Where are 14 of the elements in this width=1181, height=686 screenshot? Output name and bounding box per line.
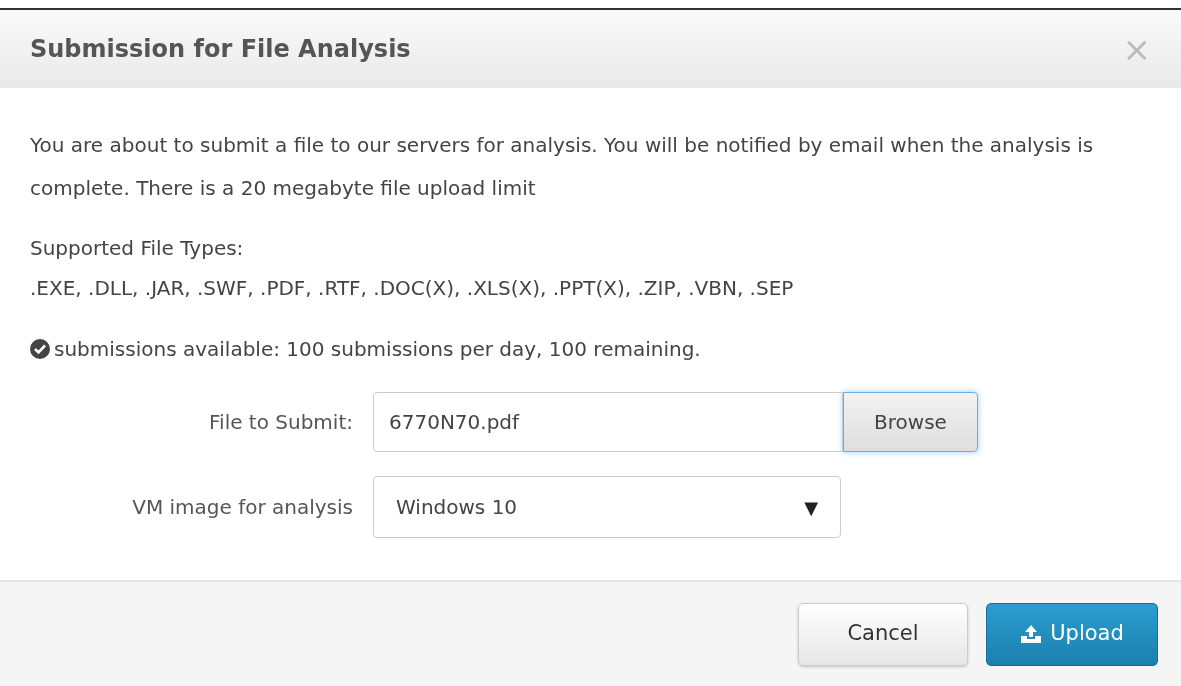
vm-select[interactable]: Windows 10 ▼ [373,476,841,538]
supported-types: .EXE, .DLL, .JAR, .SWF, .PDF, .RTF, .DOC(X), .XLS(X), .PPT(X), .ZIP, .VBN, .SEP [30,275,795,302]
upload-button[interactable]: Upload [986,602,1158,666]
quota-text: submissions available: 100 submissions per day, 100 remaining. [54,336,701,363]
supported-label: Supported File Types: [30,235,245,262]
field-label: File to Submit: [208,409,354,436]
field-label: VM image for analysis [131,494,354,521]
dialog-title: Submission for File Analysis [30,34,411,65]
upload-icon [1020,624,1043,644]
browse-button[interactable]: Browse [843,392,978,452]
cancel-button[interactable]: Cancel [798,602,968,666]
file-field[interactable]: 6770N70.pdf [373,392,843,452]
check-circle-icon [30,339,50,359]
intro-text: You are about to submit a file to our servers for analysis. You will be notified by email when the analysis is complete. There is a 20 megabyte file upload limit [30,132,1095,202]
